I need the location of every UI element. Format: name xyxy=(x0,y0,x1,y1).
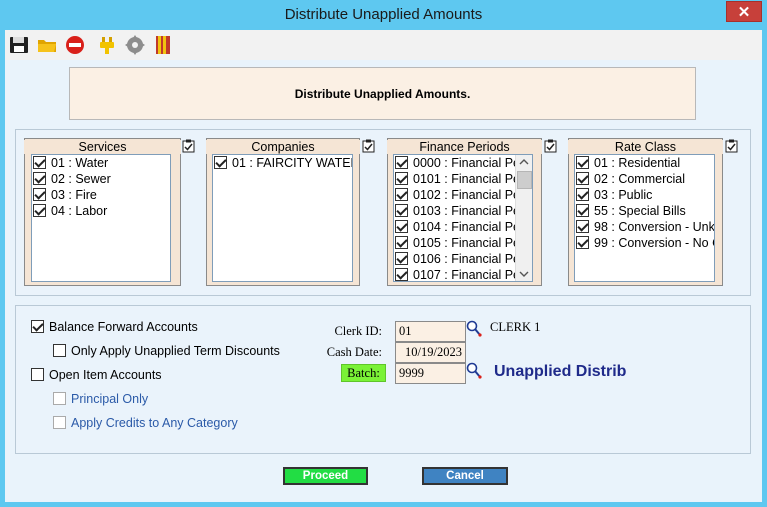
checkbox[interactable] xyxy=(395,204,408,217)
scroll-up-icon[interactable] xyxy=(519,158,529,166)
list-item[interactable]: 0107 : Financial Pe xyxy=(394,267,532,281)
rate-class-title: Rate Class xyxy=(568,140,723,154)
list-item[interactable]: 0104 : Financial Pe xyxy=(394,219,532,235)
list-item[interactable]: 01 : Residential xyxy=(575,155,714,171)
clerk-id-label: Clerk ID: xyxy=(334,324,382,338)
list-item[interactable]: 99 : Conversion - No C xyxy=(575,235,714,251)
companies-list[interactable]: 01 : FAIRCITY WATER xyxy=(212,154,353,282)
rate-class-list[interactable]: 01 : Residential 02 : Commercial 03 : Pu… xyxy=(574,154,715,282)
balance-forward-checkbox[interactable] xyxy=(31,320,44,333)
stop-icon[interactable] xyxy=(64,34,86,56)
list-item[interactable]: 04 : Labor xyxy=(32,203,170,219)
list-item[interactable]: 98 : Conversion - Unk xyxy=(575,219,714,235)
checkbox[interactable] xyxy=(395,220,408,233)
checkbox[interactable] xyxy=(576,204,589,217)
close-button[interactable]: ✕ xyxy=(726,1,762,22)
list-item[interactable]: 01 : FAIRCITY WATER xyxy=(213,155,352,171)
list-item[interactable]: 02 : Commercial xyxy=(575,171,714,187)
batch-label: Batch: xyxy=(341,364,386,382)
finance-periods-scrollbar[interactable] xyxy=(515,155,532,281)
finance-periods-title: Finance Periods xyxy=(387,140,542,154)
checkbox[interactable] xyxy=(576,236,589,249)
batch-description: Unapplied Distrib xyxy=(494,363,627,380)
checkbox[interactable] xyxy=(33,188,46,201)
select-all-rate-class-icon[interactable] xyxy=(725,139,738,153)
balance-forward-option[interactable]: Balance Forward Accounts xyxy=(31,320,198,334)
clerk-name: CLERK 1 xyxy=(490,320,541,334)
checkbox[interactable] xyxy=(395,156,408,169)
list-item[interactable]: 0106 : Financial Pe xyxy=(394,251,532,267)
list-item[interactable]: 03 : Fire xyxy=(32,187,170,203)
checkbox[interactable] xyxy=(33,156,46,169)
list-item[interactable]: 0102 : Financial Pe xyxy=(394,187,532,203)
save-icon[interactable] xyxy=(8,34,30,56)
select-all-services-icon[interactable] xyxy=(182,139,195,153)
cancel-button[interactable]: Cancel xyxy=(422,467,508,485)
principal-only-checkbox[interactable] xyxy=(53,392,66,405)
only-apply-unapplied-option[interactable]: Only Apply Unapplied Term Discounts xyxy=(53,344,280,358)
checkbox[interactable] xyxy=(576,156,589,169)
checkbox[interactable] xyxy=(395,268,408,281)
checkbox[interactable] xyxy=(214,156,227,169)
scroll-down-icon[interactable] xyxy=(519,270,529,278)
checkbox[interactable] xyxy=(576,188,589,201)
cash-date-field[interactable]: 10/19/2023 xyxy=(395,342,466,363)
list-item[interactable]: 0105 : Financial Pe xyxy=(394,235,532,251)
batch-field[interactable]: 9999 xyxy=(395,363,466,384)
header-title: Distribute Unapplied Amounts. xyxy=(294,87,471,101)
apply-credits-checkbox[interactable] xyxy=(53,416,66,429)
checkbox[interactable] xyxy=(395,172,408,185)
clerk-lookup-icon[interactable] xyxy=(466,320,484,338)
checkbox[interactable] xyxy=(576,220,589,233)
checkbox[interactable] xyxy=(33,172,46,185)
finance-periods-list[interactable]: 0000 : Financial Pe 0101 : Financial Pe … xyxy=(393,154,533,282)
services-list[interactable]: 01 : Water 02 : Sewer 03 : Fire 04 : Lab… xyxy=(31,154,171,282)
list-item[interactable]: 55 : Special Bills xyxy=(575,203,714,219)
window-title: Distribute Unapplied Amounts xyxy=(284,6,483,23)
proceed-button[interactable]: Proceed xyxy=(283,467,368,485)
scroll-thumb[interactable] xyxy=(517,171,532,189)
only-apply-unapplied-checkbox[interactable] xyxy=(53,344,66,357)
list-item[interactable]: 0103 : Financial Pe xyxy=(394,203,532,219)
companies-title: Companies xyxy=(206,140,360,154)
clerk-id-field[interactable]: 01 xyxy=(395,321,466,342)
book-icon[interactable] xyxy=(152,34,174,56)
checkbox[interactable] xyxy=(576,172,589,185)
open-folder-icon[interactable] xyxy=(36,34,58,56)
open-item-option[interactable]: Open Item Accounts xyxy=(31,368,162,382)
select-all-companies-icon[interactable] xyxy=(362,139,375,153)
checkbox[interactable] xyxy=(395,252,408,265)
cash-date-label: Cash Date: xyxy=(326,345,382,359)
batch-lookup-icon[interactable] xyxy=(466,362,484,380)
checkbox[interactable] xyxy=(395,236,408,249)
checkbox[interactable] xyxy=(395,188,408,201)
settings-gear-icon[interactable] xyxy=(124,34,146,56)
open-item-checkbox[interactable] xyxy=(31,368,44,381)
select-all-finance-periods-icon[interactable] xyxy=(544,139,557,153)
list-item[interactable]: 0101 : Financial Pe xyxy=(394,171,532,187)
list-item[interactable]: 01 : Water xyxy=(32,155,170,171)
services-title: Services xyxy=(24,140,181,154)
list-item[interactable]: 02 : Sewer xyxy=(32,171,170,187)
toolbar xyxy=(5,30,762,60)
list-item[interactable]: 03 : Public xyxy=(575,187,714,203)
list-item[interactable]: 0000 : Financial Pe xyxy=(394,155,532,171)
principal-only-option[interactable]: Principal Only xyxy=(53,392,148,406)
plug-icon[interactable] xyxy=(96,34,118,56)
checkbox[interactable] xyxy=(33,204,46,217)
apply-credits-option[interactable]: Apply Credits to Any Category xyxy=(53,416,238,430)
close-icon: ✕ xyxy=(737,4,751,21)
